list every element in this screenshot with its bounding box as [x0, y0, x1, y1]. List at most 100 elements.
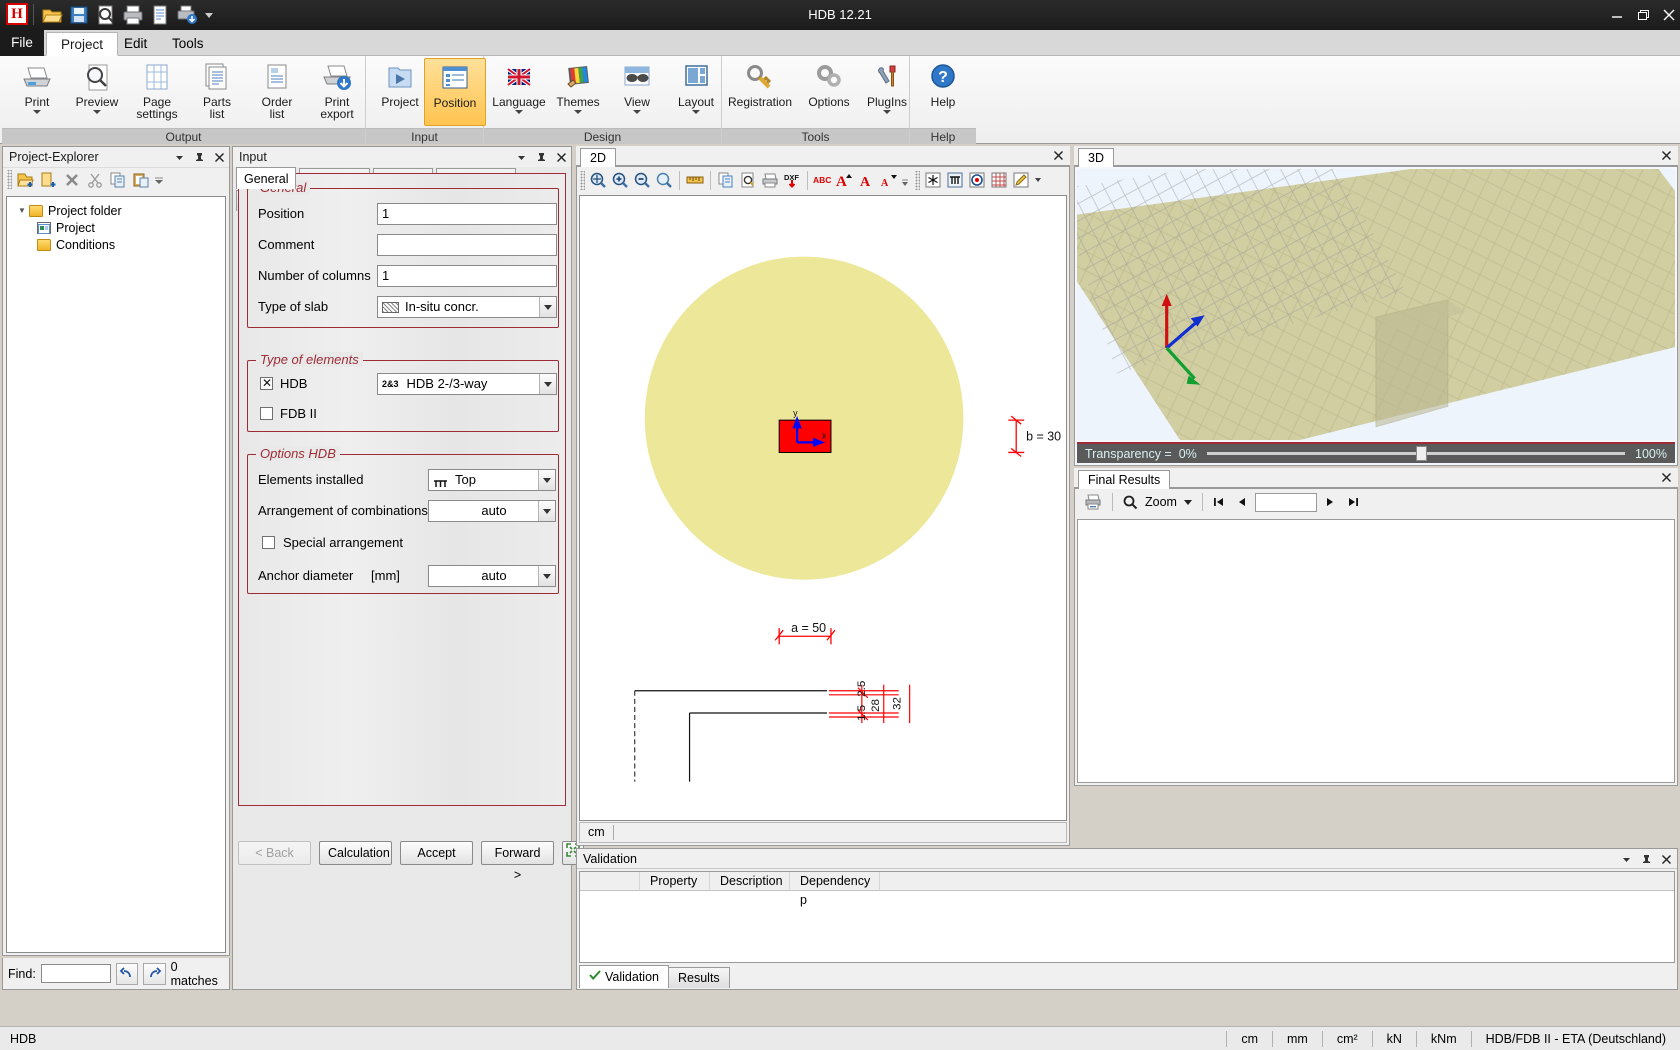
new-position-icon[interactable] [38, 169, 60, 191]
ribbon-button-options[interactable]: Options [798, 58, 860, 126]
chevron-down-icon[interactable] [93, 110, 101, 114]
prev-page-icon[interactable] [1232, 492, 1252, 512]
tree-node-project[interactable]: Project [7, 219, 225, 236]
ribbon-button-page-settings[interactable]: Page settings [126, 58, 188, 126]
validation-grid[interactable]: Property Description Dependency p [579, 871, 1675, 963]
menu-file[interactable]: File [0, 30, 44, 56]
chevron-down-icon[interactable] [539, 297, 556, 317]
combo-elements-installed[interactable]: Top [428, 469, 556, 491]
close-icon[interactable] [1661, 472, 1672, 483]
expand-arrow-icon[interactable]: ▼ [15, 206, 29, 215]
zoom-window-icon[interactable] [653, 169, 675, 191]
ribbon-button-themes[interactable]: Themes [547, 58, 609, 126]
menu-tab-tools[interactable]: Tools [158, 32, 218, 56]
chevron-down-icon[interactable] [1182, 492, 1196, 512]
toolbar-grip[interactable] [580, 170, 585, 190]
zoom-in-icon[interactable] [609, 169, 631, 191]
snap-point-icon[interactable] [922, 169, 944, 191]
new-project-icon[interactable] [15, 169, 37, 191]
first-page-icon[interactable] [1209, 492, 1229, 512]
tab-3d[interactable]: 3D [1078, 148, 1114, 167]
chevron-down-icon[interactable] [33, 110, 41, 114]
close-icon[interactable] [1053, 150, 1064, 161]
combo-type-of-slab[interactable]: In-situ concr. [377, 296, 557, 318]
page-number-input[interactable] [1254, 492, 1317, 512]
chevron-down-icon[interactable] [174, 152, 185, 163]
chevron-down-icon[interactable] [883, 110, 891, 114]
final-results-content[interactable] [1077, 519, 1675, 783]
project-tree[interactable]: ▼ Project folder Project Conditions [6, 196, 226, 953]
font-increase-icon[interactable]: A [834, 169, 856, 191]
close-icon[interactable] [1661, 854, 1672, 865]
close-icon[interactable] [1661, 150, 1672, 161]
combo-arrangement-of-combinations[interactable]: auto [428, 500, 556, 522]
pin-icon[interactable] [1641, 854, 1652, 865]
ribbon-button-print[interactable]: Print [6, 58, 68, 126]
combo-anchor-diameter[interactable]: auto [428, 565, 556, 587]
chevron-down-icon[interactable] [692, 110, 700, 114]
ribbon-button-order-list[interactable]: Order list [246, 58, 308, 126]
pin-icon[interactable] [536, 152, 547, 163]
tab-2d[interactable]: 2D [580, 148, 616, 167]
chevron-down-icon[interactable] [538, 470, 555, 490]
toolbar-overflow-icon[interactable] [900, 169, 910, 191]
chevron-down-icon[interactable] [516, 152, 527, 163]
ribbon-button-project[interactable]: Project [369, 58, 431, 126]
pin-icon[interactable] [194, 152, 205, 163]
dxf-export-icon[interactable]: DXF [781, 169, 803, 191]
tab-final-results[interactable]: Final Results [1078, 470, 1171, 489]
validation-col-property[interactable]: Property [640, 871, 710, 891]
zoom-fit-icon[interactable] [587, 169, 609, 191]
restore-button[interactable] [1636, 8, 1650, 22]
zoom-out-icon[interactable] [631, 169, 653, 191]
copy-icon[interactable] [107, 169, 129, 191]
print-icon[interactable] [759, 169, 781, 191]
edit-icon[interactable] [1010, 169, 1032, 191]
tree-node-project-folder[interactable]: ▼ Project folder [7, 202, 225, 219]
close-button[interactable] [1662, 8, 1676, 22]
ribbon-button-print-export[interactable]: Print export [306, 58, 368, 126]
abc-text-icon[interactable]: ABC [812, 169, 834, 191]
chevron-down-icon[interactable] [539, 374, 556, 394]
ribbon-button-preview[interactable]: Preview [66, 58, 128, 126]
tab-general[interactable]: General [236, 167, 297, 189]
input-comment[interactable] [377, 234, 557, 256]
transparency-slider[interactable] [1206, 446, 1626, 461]
paste-icon[interactable] [130, 169, 152, 191]
font-decrease-icon[interactable]: A [878, 169, 900, 191]
input-position[interactable]: 1 [377, 203, 557, 225]
minimize-button[interactable] [1610, 8, 1624, 22]
chevron-down-icon[interactable] [515, 110, 523, 114]
snap-rail-icon[interactable] [944, 169, 966, 191]
ribbon-button-layout[interactable]: Layout [665, 58, 727, 126]
chevron-down-icon[interactable] [574, 110, 582, 114]
copy-icon[interactable] [715, 169, 737, 191]
delete-icon[interactable] [61, 169, 83, 191]
menu-tab-edit[interactable]: Edit [110, 32, 161, 56]
toolbar-overflow-icon-2[interactable] [1032, 169, 1044, 191]
ribbon-button-registration[interactable]: Registration [724, 58, 796, 126]
find-next-icon[interactable] [143, 962, 166, 985]
close-icon[interactable] [214, 152, 225, 163]
find-prev-icon[interactable] [115, 962, 139, 985]
ribbon-button-plugins[interactable]: PlugIns [856, 58, 918, 126]
transparency-slider-thumb[interactable] [1415, 446, 1427, 461]
close-icon[interactable] [556, 152, 567, 163]
combo-hdb-type[interactable]: 2&3 HDB 2-/3-way [377, 373, 557, 395]
input-number-of-columns[interactable]: 1 [377, 265, 557, 287]
menu-tab-project[interactable]: Project [46, 32, 119, 56]
snap-center-icon[interactable] [966, 169, 988, 191]
back-button[interactable]: < Back [238, 841, 311, 865]
ribbon-button-parts-list[interactable]: Parts list [186, 58, 248, 126]
calculation-button[interactable]: Calculation [319, 841, 392, 865]
chevron-down-icon[interactable] [538, 566, 555, 586]
checkbox-hdb[interactable] [260, 376, 273, 390]
toolbar-grip-2[interactable] [915, 170, 920, 190]
chevron-down-icon[interactable] [1621, 854, 1632, 865]
checkbox-fdb[interactable] [260, 407, 273, 420]
drawing-canvas-2d[interactable]: y x b = 30 a = 50 2.5 28 1.5 32 [579, 195, 1067, 821]
tab-validation[interactable]: Validation [579, 965, 669, 988]
grid-icon[interactable] [988, 169, 1010, 191]
checkbox-special-arrangement[interactable] [262, 536, 275, 549]
validation-col-description[interactable]: Description [710, 871, 790, 891]
